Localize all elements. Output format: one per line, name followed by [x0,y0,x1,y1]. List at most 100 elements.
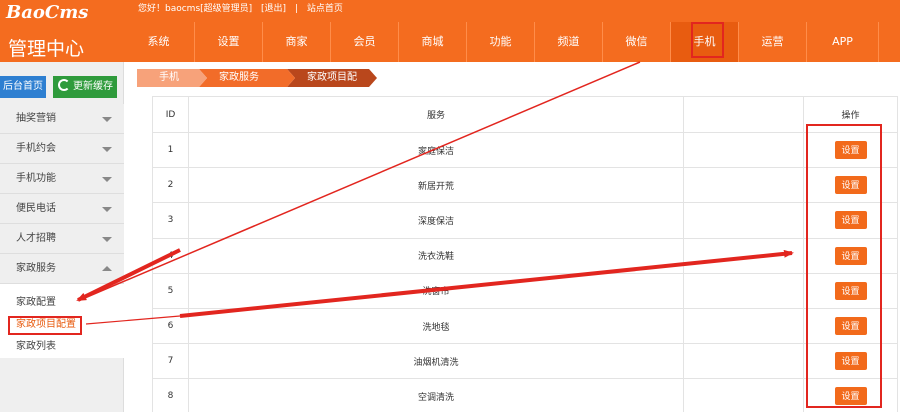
annotation-box-operations [806,124,882,408]
cell-blank [683,131,804,169]
sidebar-menu-item[interactable]: 手机功能 [0,164,124,194]
logo: BaoCms [6,2,89,23]
admin-home-button[interactable]: 后台首页 [0,76,46,98]
logout-link[interactable]: [退出] [261,4,286,14]
service-table-container: ID 服务 操作 1 家庭保洁 设置 2 新居开荒 设置 3 深度保洁 设置 4 洗衣洗鞋 设置 5 洗窗… [152,96,898,412]
sidebar-subitem[interactable]: 家政配置 [0,292,124,314]
service-table: ID 服务 操作 1 家庭保洁 设置 2 新居开荒 设置 3 深度保洁 设置 4 洗衣洗鞋 设置 5 洗窗… [152,96,898,412]
chevron-down-icon [102,207,112,212]
cell-id: 4 [152,237,189,274]
nav-item-label: 功能 [489,35,512,48]
cell-id: 8 [152,378,189,412]
sidebar-menu-label: 手机约会 [16,143,56,154]
annotation-box-mobile-nav [691,22,724,58]
nav-item-label: 运营 [761,35,784,48]
annotation-box-submenu [8,316,82,335]
cell-service: 新居开荒 [188,167,684,204]
nav-item-0[interactable]: 系统 [123,22,195,62]
sidebar-menu-item[interactable]: 抽奖营销 [0,104,124,134]
sidebar-menu-label: 抽奖营销 [16,113,56,124]
nav-item-5[interactable]: 功能 [467,22,535,62]
table-row: 6 洗地毯 设置 [152,307,898,345]
greeting-text: 您好！baocms[超级管理员] [138,4,253,14]
table-row: 7 油烟机清洗 设置 [152,343,898,380]
chevron-up-icon [102,266,112,271]
nav-item-8[interactable]: 手机 [671,22,739,62]
sidebar-submenu: 家政配置家政项目配置 家政列表 [0,284,124,358]
cell-id: 7 [152,343,189,380]
admin-title: 管理中心 [8,38,85,60]
table-header-row: ID 服务 操作 [152,96,898,133]
cell-service: 油烟机清洗 [188,343,684,380]
sidebar-menu-label: 便民电话 [16,203,56,214]
cell-blank [683,202,804,239]
table-row: 3 深度保洁 设置 [152,202,898,239]
cell-id: 3 [152,202,189,239]
chevron-down-icon [102,147,112,152]
cell-service: 洗地毯 [188,307,684,345]
nav-item-label: 频道 [557,35,580,48]
cell-blank [683,343,804,380]
top-info-bar: 您好！baocms[超级管理员] [退出] | 站点首页 [138,1,349,14]
chevron-down-icon [102,237,112,242]
table-row: 1 家庭保洁 设置 [152,131,898,169]
cell-blank [683,272,804,309]
main-nav: 系统 设置 商家 会员 商城 功能 频道 微信 手机 运营 APP [123,22,900,62]
nav-item-label: 商家 [285,35,308,48]
table-body: 1 家庭保洁 设置 2 新居开荒 设置 3 深度保洁 设置 4 洗衣洗鞋 设置 5 洗窗帘 设置 6 洗地毯 设置… [152,131,898,412]
table-row: 4 洗衣洗鞋 设置 [152,237,898,274]
column-header-id: ID [152,96,189,133]
breadcrumb-item-mobile[interactable]: 手机 [137,69,207,87]
breadcrumb-item-housekeeping[interactable]: 家政服务 [199,69,295,87]
cell-service: 空调清洗 [188,378,684,412]
nav-item-label: 商城 [421,35,444,48]
sidebar-menu-item[interactable]: 家政服务 [0,254,124,284]
nav-item-3[interactable]: 会员 [331,22,399,62]
cell-service: 洗衣洗鞋 [188,237,684,274]
sidebar-subitem-label: 家政配置 [16,297,56,308]
table-row: 2 新居开荒 设置 [152,167,898,204]
chevron-down-icon [102,177,112,182]
sidebar-menu-item[interactable]: 便民电话 [0,194,124,224]
column-header-service: 服务 [188,96,684,133]
breadcrumb-item-project-config[interactable]: 家政项目配置 [287,69,377,101]
nav-item-4[interactable]: 商城 [399,22,467,62]
column-header-blank [683,96,804,133]
cell-id: 5 [152,272,189,309]
sidebar-menu-item[interactable]: 手机约会 [0,134,124,164]
nav-item-label: APP [832,35,853,48]
separator: | [294,4,298,14]
cell-id: 1 [152,131,189,169]
cell-service: 洗窗帘 [188,272,684,309]
sidebar-subitem[interactable]: 家政项目配置 [0,314,124,336]
nav-item-9[interactable]: 运营 [739,22,807,62]
cell-blank [683,167,804,204]
sidebar-menu-label: 手机功能 [16,173,56,184]
sidebar-menu-label: 人才招聘 [16,233,56,244]
refresh-cache-label: 更新缓存 [73,81,113,92]
refresh-cache-button[interactable]: 更新缓存 [53,76,117,98]
logo-area: BaoCms 管理中心 [0,0,123,62]
sidebar-buttons: 后台首页 更新缓存 [0,76,124,100]
nav-item-2[interactable]: 商家 [263,22,331,62]
table-row: 5 洗窗帘 设置 [152,272,898,309]
sidebar-subitem[interactable]: 家政列表 [0,336,124,358]
site-home-link[interactable]: 站点首页 [307,4,343,14]
nav-item-label: 系统 [147,35,170,48]
nav-item-6[interactable]: 频道 [535,22,603,62]
nav-item-7[interactable]: 微信 [603,22,671,62]
cell-service: 家庭保洁 [188,131,684,169]
nav-item-1[interactable]: 设置 [195,22,263,62]
sidebar-menu-item[interactable]: 人才招聘 [0,224,124,254]
sidebar: 后台首页 更新缓存 抽奖营销 手机约会 手机功能 便民电话 人才招聘 家政服务 家政配置 家政… [0,62,124,412]
table-row: 8 空调清洗 设置 [152,378,898,412]
sidebar-menu-label: 家政服务 [16,263,56,274]
nav-item-label: 会员 [353,35,376,48]
cell-blank [683,237,804,274]
cell-id: 6 [152,307,189,345]
breadcrumb: 手机 家政服务 家政项目配置 [137,69,377,101]
nav-item-10[interactable]: APP [807,22,879,62]
chevron-down-icon [102,117,112,122]
nav-item-label: 微信 [625,35,648,48]
cell-blank [683,378,804,412]
